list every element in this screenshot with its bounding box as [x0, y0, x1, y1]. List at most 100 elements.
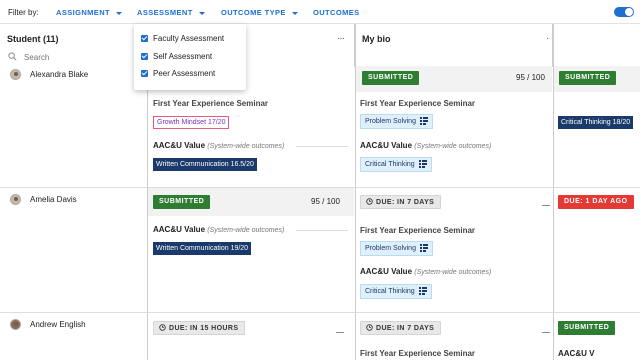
- no-score-dash: [542, 332, 550, 333]
- outcome-tag-label: Problem Solving: [365, 245, 416, 252]
- status-badge: SUBMITTED: [559, 71, 617, 85]
- no-score-dash: [336, 332, 344, 333]
- filter-label: Filter by:: [8, 8, 39, 17]
- status-badge: SUBMITTED: [362, 71, 420, 85]
- no-score-dash: [542, 205, 550, 206]
- submission-cell[interactable]: SUBMITTED 95 / 100 First Year Experience…: [356, 66, 552, 187]
- aacu-note: (System-wide outcomes): [207, 227, 285, 234]
- due-badge: DUE: IN 7 DAYS: [360, 321, 442, 335]
- student-row[interactable]: Alexandra Blake: [0, 66, 147, 187]
- outcome-tag[interactable]: Critical Thinking: [360, 157, 432, 172]
- student-count-title: Student (11): [7, 34, 59, 44]
- aacu-note: (System-wide outcomes): [414, 143, 492, 150]
- student-row[interactable]: Andrew English: [0, 313, 147, 360]
- status-badge: SUBMITTED: [153, 195, 211, 209]
- checkbox-checked-icon[interactable]: [141, 35, 148, 42]
- filter-assignment-button[interactable]: ASSIGNMENT: [56, 8, 123, 17]
- more-options-icon[interactable]: ·: [546, 33, 550, 44]
- aacu-label: AAC&U Value: [360, 141, 413, 150]
- rubric-icon: [418, 287, 427, 295]
- filter-option-peer-assessment[interactable]: Peer Assessment: [141, 69, 215, 78]
- aacu-value-heading: AAC&U Value (System-wide outcomes): [153, 141, 284, 150]
- status-badge: SUBMITTED: [558, 321, 616, 335]
- submission-cell[interactable]: DUE: IN 7 DAYS First Year Experience Sem…: [356, 313, 552, 360]
- rubric-icon: [419, 244, 428, 252]
- outcome-tag[interactable]: Growth Mindset 17/20: [153, 116, 230, 129]
- filter-outcomes-label: OUTCOMES: [313, 8, 360, 17]
- clock-icon: [366, 198, 373, 205]
- submission-cell[interactable]: DUE: 1 DAY AGO: [554, 188, 640, 312]
- filter-option-label: Faculty Assessment: [153, 34, 225, 43]
- assessment-filter-dropdown: Faculty Assessment Self Assessment Peer …: [134, 24, 246, 90]
- aacu-note: (System-wide outcomes): [207, 143, 285, 150]
- course-title: First Year Experience Seminar: [360, 99, 476, 108]
- student-name: Amelia Davis: [30, 195, 77, 204]
- score-value: 95 / 100: [516, 73, 545, 82]
- student-name: Alexandra Blake: [30, 70, 89, 79]
- avatar: [10, 319, 21, 330]
- filter-outcome-type-label: OUTCOME TYPE: [221, 8, 286, 17]
- rubric-icon: [419, 117, 428, 125]
- outcome-score-tag[interactable]: Critical Thinking 18/20: [558, 116, 634, 129]
- filter-assignment-label: ASSIGNMENT: [56, 8, 111, 17]
- divider: [296, 230, 348, 231]
- overdue-badge: DUE: 1 DAY AGO: [558, 195, 634, 209]
- due-badge: DUE: IN 7 DAYS: [360, 195, 442, 209]
- student-name: Andrew English: [30, 320, 86, 329]
- search-input[interactable]: [24, 51, 134, 63]
- filter-assessment-label: ASSESSMENT: [137, 8, 193, 17]
- aacu-value-heading: AAC&U Value (System-wide outcomes): [153, 225, 284, 234]
- course-title: First Year Experience Seminar: [360, 349, 476, 358]
- search-icon: [8, 52, 17, 61]
- submission-cell[interactable]: SUBMITTED Critical Thinking 18/20: [554, 66, 640, 187]
- submission-cell[interactable]: DUE: IN 15 HOURS: [148, 313, 354, 360]
- course-title: First Year Experience Seminar: [360, 226, 476, 235]
- filter-assessment-button[interactable]: ASSESSMENT: [137, 8, 205, 17]
- checkbox-checked-icon[interactable]: [141, 53, 148, 60]
- outcome-score-tag[interactable]: Written Communication 16.5/20: [153, 158, 257, 171]
- view-toggle[interactable]: [614, 7, 634, 17]
- more-options-icon[interactable]: ···: [337, 33, 345, 44]
- avatar: [10, 194, 21, 205]
- submission-cell[interactable]: DUE: IN 7 DAYS First Year Experience Sem…: [356, 188, 552, 312]
- clock-icon: [159, 324, 166, 331]
- filter-option-label: Peer Assessment: [153, 69, 216, 78]
- filter-option-self-assessment[interactable]: Self Assessment: [141, 52, 212, 61]
- outcome-score-tag[interactable]: Written Communication 19/20: [153, 242, 252, 255]
- filter-bar: Filter by: ASSIGNMENT ASSESSMENT OUTCOME…: [0, 0, 640, 24]
- due-badge-label: DUE: IN 15 HOURS: [169, 325, 239, 332]
- outcome-tag[interactable]: Critical Thinking: [360, 284, 432, 299]
- aacu-label: AAC&U Value: [153, 141, 206, 150]
- clock-icon: [366, 324, 373, 331]
- student-column-header: Student (11): [0, 24, 147, 66]
- search-box: [4, 51, 142, 63]
- assignment-column-header-2: My bio ·: [355, 24, 553, 66]
- filter-outcome-type-button[interactable]: OUTCOME TYPE: [221, 8, 298, 17]
- chevron-down-icon: [291, 11, 298, 15]
- submission-cell[interactable]: SUBMITTED 95 / 100 AAC&U Value (System-w…: [148, 188, 354, 312]
- checkbox-checked-icon[interactable]: [141, 70, 148, 77]
- divider: [296, 146, 348, 147]
- due-badge-label: DUE: IN 7 DAYS: [376, 199, 435, 206]
- filter-option-faculty-assessment[interactable]: Faculty Assessment: [141, 34, 224, 43]
- due-badge: DUE: IN 15 HOURS: [153, 321, 246, 335]
- aacu-label: AAC&U Value: [360, 267, 413, 276]
- filter-outcomes-button[interactable]: OUTCOMES: [313, 8, 360, 17]
- assignment-column-header-3: [553, 24, 640, 66]
- chevron-down-icon: [198, 11, 205, 15]
- score-value: 95 / 100: [311, 197, 340, 206]
- rubric-icon: [418, 160, 427, 168]
- outcome-tag-label: Problem Solving: [365, 118, 416, 125]
- student-row[interactable]: Amelia Davis: [0, 188, 147, 312]
- due-badge-label: DUE: IN 7 DAYS: [376, 325, 435, 332]
- aacu-value-heading: AAC&U Value (System-wide outcomes): [360, 267, 491, 276]
- filter-option-label: Self Assessment: [153, 52, 213, 61]
- outcome-tag[interactable]: Problem Solving: [360, 241, 433, 256]
- outcome-tag[interactable]: Problem Solving: [360, 114, 433, 129]
- outcome-tag-label: Critical Thinking: [365, 288, 415, 295]
- assignment-title-my-bio: My bio: [362, 34, 391, 44]
- aacu-note: (System-wide outcomes): [414, 269, 492, 276]
- course-title: First Year Experience Seminar: [153, 99, 269, 108]
- submission-cell[interactable]: SUBMITTED AAC&U V: [554, 313, 640, 360]
- aacu-value-heading: AAC&U Value (System-wide outcomes): [360, 141, 491, 150]
